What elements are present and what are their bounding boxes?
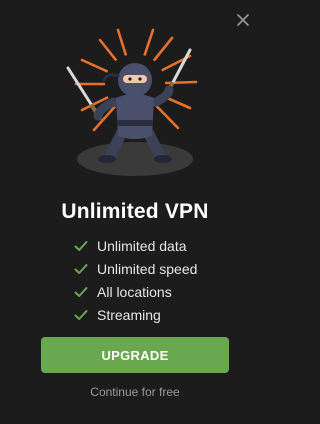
close-icon[interactable]: [236, 13, 250, 27]
list-item: Streaming: [74, 303, 197, 326]
feature-label: Streaming: [97, 306, 161, 323]
ninja-illustration: [66, 28, 198, 176]
list-item: Unlimited data: [74, 234, 197, 257]
upgrade-popup: Unlimited VPN Unlimited data Unlimited s…: [0, 0, 270, 424]
check-icon: [74, 309, 88, 320]
list-item: Unlimited speed: [74, 257, 197, 280]
check-icon: [74, 240, 88, 251]
check-icon: [74, 286, 88, 297]
feature-label: Unlimited speed: [97, 260, 198, 277]
check-icon: [74, 263, 88, 274]
upgrade-button[interactable]: UPGRADE: [41, 337, 229, 373]
feature-label: All locations: [97, 283, 172, 300]
feature-label: Unlimited data: [97, 237, 187, 254]
list-item: All locations: [74, 280, 197, 303]
feature-list: Unlimited data Unlimited speed All locat…: [74, 234, 197, 326]
continue-free-link[interactable]: Continue for free: [0, 385, 270, 399]
page-title: Unlimited VPN: [61, 200, 209, 223]
